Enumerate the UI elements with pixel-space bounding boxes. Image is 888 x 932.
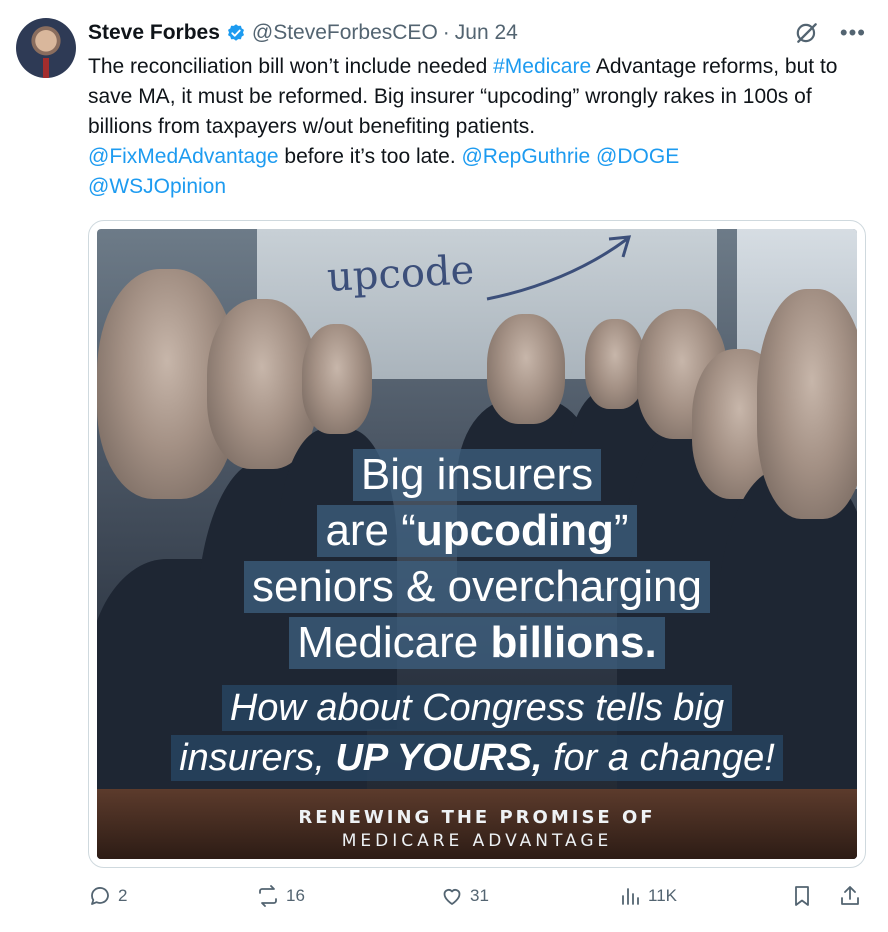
bookmark-button[interactable] <box>790 884 814 908</box>
mention-link[interactable]: @WSJOpinion <box>88 175 226 198</box>
tweet-text: The reconciliation bill won’t include ne… <box>88 52 868 202</box>
caption-line: Medicare billions. <box>289 617 665 669</box>
caption-part: UP YOURS, <box>335 737 543 779</box>
repost-count: 16 <box>286 886 305 905</box>
tweet-image[interactable]: upcode Big insurers are “upcoding” senio… <box>97 229 857 859</box>
header-actions: ••• <box>794 20 866 46</box>
man-figure <box>487 314 565 424</box>
like-count: 31 <box>470 886 489 905</box>
bookmark-icon <box>795 886 809 906</box>
reply-count: 2 <box>118 886 128 905</box>
caption-part: billions. <box>490 618 657 667</box>
brand-line-2: MEDICARE ADVANTAGE <box>341 831 613 851</box>
separator-dot: · <box>442 21 450 44</box>
caption-part: Medicare <box>297 618 491 667</box>
board-word: upcode <box>325 247 476 301</box>
share-button[interactable] <box>838 884 862 908</box>
caption-part: are “ <box>325 506 416 555</box>
repost-button[interactable]: 16 <box>256 884 305 908</box>
media-card[interactable]: upcode Big insurers are “upcoding” senio… <box>88 220 866 868</box>
caption-line: Big insurers <box>352 449 602 501</box>
avatar-tie <box>43 58 49 78</box>
like-button[interactable]: 31 <box>440 884 489 908</box>
caption-part: for a change! <box>542 737 775 779</box>
views-button[interactable]: 11K <box>618 884 677 908</box>
caption-line: How about Congress tells big <box>221 685 733 731</box>
caption-part: ” <box>613 506 629 555</box>
caption-line: seniors & overcharging <box>243 561 710 613</box>
avatar[interactable] <box>16 18 76 78</box>
more-icon[interactable]: ••• <box>840 22 866 44</box>
reply-icon <box>91 887 109 905</box>
caption-part: upcoding <box>415 506 614 555</box>
mention-link[interactable]: @FixMedAdvantage <box>88 145 279 168</box>
caption-main: Big insurers are “upcoding” seniors & ov… <box>97 447 857 671</box>
share-icon <box>841 886 859 905</box>
verified-icon <box>227 24 244 41</box>
tweet-text-part: before it’s too late. <box>278 145 462 168</box>
tweet-date[interactable]: Jun 24 <box>455 21 518 45</box>
trend-arrow <box>486 235 632 301</box>
mention-link[interactable]: @DOGE <box>596 145 679 168</box>
caption-secondary: How about Congress tells big insurers, U… <box>97 683 857 783</box>
man-figure <box>585 319 645 409</box>
tweet-header: Steve Forbes @SteveForbesCEO · Jun 24 <box>88 18 518 48</box>
caption-line: are “upcoding” <box>317 505 637 557</box>
views-count: 11K <box>648 886 677 905</box>
grok-icon[interactable] <box>794 20 820 46</box>
author-handle[interactable]: @SteveForbesCEO <box>252 21 438 45</box>
tweet-text-part: The reconciliation bill won’t include ne… <box>88 55 494 78</box>
mention-link[interactable]: @RepGuthrie <box>461 145 590 168</box>
views-icon <box>622 888 639 905</box>
caption-part: insurers, <box>179 737 336 779</box>
repost-icon <box>259 885 277 907</box>
hashtag-link[interactable]: #Medicare <box>493 55 591 78</box>
man-figure <box>302 324 372 434</box>
like-icon <box>443 889 461 905</box>
reply-button[interactable]: 2 <box>88 884 127 908</box>
author-name[interactable]: Steve Forbes <box>88 21 220 45</box>
action-bar: 2 16 31 11K <box>88 884 868 920</box>
caption-line: insurers, UP YOURS, for a change! <box>171 735 783 781</box>
brand-line-1: RENEWING THE PROMISE OF <box>298 807 656 828</box>
